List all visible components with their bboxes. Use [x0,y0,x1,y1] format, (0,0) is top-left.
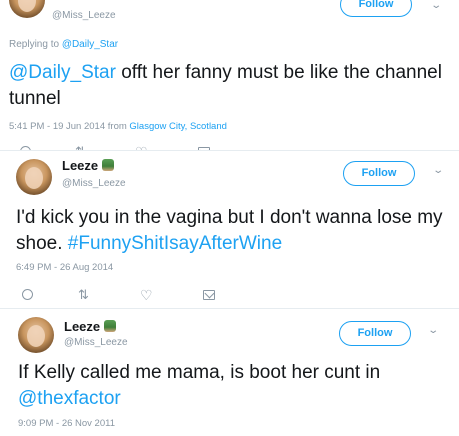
tweet-body: If Kelly called me mama, is boot her cun… [18,362,381,383]
chevron-down-icon[interactable]: ⌄ [427,325,439,336]
avatar[interactable] [18,317,54,353]
timestamp[interactable]: 9:09 PM - 26 Nov 2011 [18,418,115,429]
timestamp[interactable]: 6:49 PM - 26 Aug 2014 [16,262,113,273]
heart-icon[interactable]: ♡ [140,287,156,303]
replying-mention-link[interactable]: @Daily_Star [62,39,118,50]
retweet-icon[interactable]: ⇅ [78,287,94,303]
location-link[interactable]: Glasgow City, Scotland [129,121,227,132]
follow-button[interactable]: Follow [339,321,411,346]
action-bar: ⇅ ♡ [0,287,260,307]
tweet-card: Leeze @Miss_Leeze Follow ⌄ I'd kick you … [0,150,459,308]
chevron-down-icon[interactable]: ⌄ [432,165,444,176]
user-name[interactable]: Leeze [62,158,115,173]
mention-link[interactable]: @thexfactor [18,388,121,409]
tweet-card: @Miss_Leeze Follow ⌄ Replying to @Daily_… [0,0,459,150]
user-handle[interactable]: @Miss_Leeze [52,10,116,21]
tweet-meta: 5:41 PM - 19 Jun 2014 from Glasgow City,… [9,121,227,132]
hashtag-link[interactable]: #FunnyShitIsayAfterWine [68,233,282,254]
user-handle[interactable]: @Miss_Leeze [64,337,128,348]
tweet-card: Leeze @Miss_Leeze Follow ⌄ If Kelly call… [0,308,459,436]
follow-button[interactable]: Follow [343,161,415,186]
from-label: from [105,121,130,132]
tweet-text: @Daily_Star offt her fanny must be like … [9,60,449,112]
replying-label: Replying to [9,39,60,50]
tweet-meta: 6:49 PM - 26 Aug 2014 [16,262,113,273]
user-handle[interactable]: @Miss_Leeze [62,178,126,189]
plant-emoji-icon [102,159,115,171]
tweet-meta: 9:09 PM - 26 Nov 2011 [18,418,115,429]
avatar[interactable] [16,159,52,195]
user-name[interactable]: Leeze [64,319,117,334]
chevron-down-icon[interactable]: ⌄ [430,0,442,11]
plant-emoji-icon [104,320,117,332]
tweet-text: I'd kick you in the vagina but I don't w… [16,205,456,257]
tweet-text: If Kelly called me mama, is boot her cun… [18,360,458,412]
timestamp[interactable]: 5:41 PM - 19 Jun 2014 [9,121,105,132]
replying-to: Replying to @Daily_Star [9,39,118,50]
follow-button[interactable]: Follow [340,0,412,17]
mention-link[interactable]: @Daily_Star [9,62,116,83]
reply-icon[interactable] [22,289,33,300]
envelope-icon[interactable] [203,290,215,300]
avatar[interactable] [9,0,45,18]
